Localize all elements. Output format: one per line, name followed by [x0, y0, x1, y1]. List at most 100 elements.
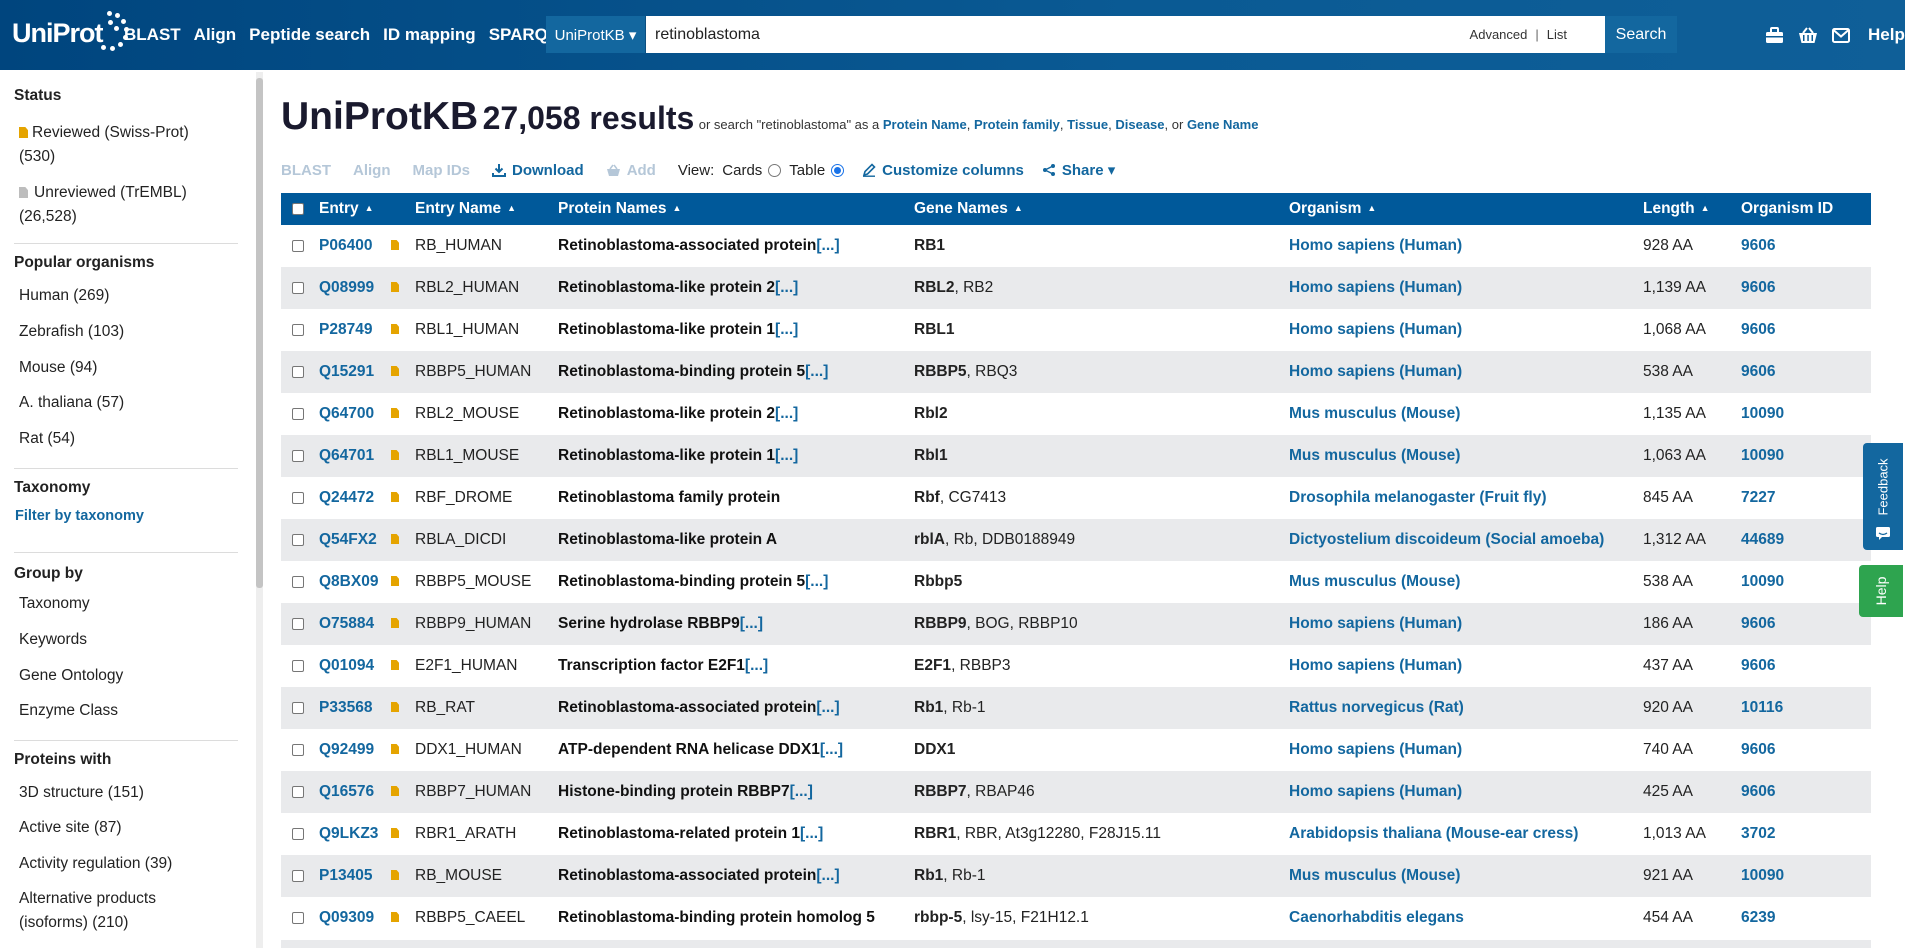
row-checkbox[interactable] [292, 659, 304, 672]
organism-link[interactable]: Homo sapiens (Human) [1289, 615, 1462, 632]
align-button[interactable]: Align [353, 162, 391, 179]
row-checkbox[interactable] [292, 281, 304, 294]
more-names-link[interactable]: [...] [805, 363, 828, 380]
alt-search-protein-family[interactable]: Protein family [974, 117, 1060, 132]
filter-active-site[interactable]: Active site (87) [19, 816, 122, 840]
table-row[interactable]: P13405 RB_MOUSE Retinoblastoma-associated … [281, 855, 1871, 897]
organism-link[interactable]: Dictyostelium discoideum (Social amoeba) [1289, 531, 1604, 548]
entry-accession-link[interactable]: Q15291 [319, 363, 374, 380]
groupby-keywords[interactable]: Keywords [19, 628, 87, 652]
groupby-gene-ontology[interactable]: Gene Ontology [19, 664, 123, 688]
row-checkbox[interactable] [292, 701, 304, 714]
entry-accession-link[interactable]: Q54FX2 [319, 531, 377, 548]
sort-icon[interactable]: ▲ [1014, 203, 1023, 213]
sort-icon[interactable]: ▲ [365, 203, 374, 213]
organism-link[interactable]: Homo sapiens (Human) [1289, 321, 1462, 338]
more-names-link[interactable]: [...] [775, 321, 798, 338]
alt-search-protein-name[interactable]: Protein Name [883, 117, 967, 132]
row-checkbox[interactable] [292, 743, 304, 756]
organism-link[interactable]: Drosophila melanogaster (Fruit fly) [1289, 489, 1547, 506]
column-length[interactable]: Length ▲ [1643, 193, 1741, 225]
organism-id-link[interactable]: 9606 [1741, 237, 1775, 254]
organism-id-link[interactable]: 9606 [1741, 615, 1775, 632]
alt-search-gene-name[interactable]: Gene Name [1187, 117, 1259, 132]
download-button[interactable]: Download [492, 162, 584, 179]
advanced-search-link[interactable]: Advanced [1470, 27, 1528, 42]
filter-activity-regulation[interactable]: Activity regulation (39) [19, 852, 172, 876]
column-organism[interactable]: Organism ▲ [1289, 193, 1643, 225]
select-all-checkbox[interactable] [292, 202, 304, 215]
organism-id-link[interactable]: 44689 [1741, 531, 1784, 548]
more-names-link[interactable]: [...] [775, 447, 798, 464]
organism-link[interactable]: Homo sapiens (Human) [1289, 741, 1462, 758]
organism-id-link[interactable]: 9606 [1741, 783, 1775, 800]
organism-link[interactable]: Arabidopsis thaliana (Mouse-ear cress) [1289, 825, 1578, 842]
organism-link[interactable]: Mus musculus (Mouse) [1289, 447, 1460, 464]
entry-accession-link[interactable]: Q01094 [319, 657, 374, 674]
row-checkbox[interactable] [292, 449, 304, 462]
row-checkbox[interactable] [292, 407, 304, 420]
search-button[interactable]: Search [1605, 16, 1677, 53]
organism-id-link[interactable]: 9606 [1741, 363, 1775, 380]
row-checkbox[interactable] [292, 575, 304, 588]
sort-icon[interactable]: ▲ [507, 203, 516, 213]
table-row[interactable]: P28749 RBL1_HUMAN Retinoblastoma-like prot… [281, 309, 1871, 351]
table-row[interactable]: Q8BX09 RBBP5_MOUSE Retinoblastoma-binding … [281, 561, 1871, 603]
row-checkbox[interactable] [292, 827, 304, 840]
entry-accession-link[interactable]: Q64701 [319, 447, 374, 464]
table-row[interactable]: Q09309 RBBP5_CAEEL Retinoblastoma-binding … [281, 897, 1871, 939]
sort-icon[interactable]: ▲ [673, 203, 682, 213]
search-input[interactable] [646, 16, 1605, 53]
table-row[interactable]: P06400 RB_HUMAN Retinoblastoma-associated … [281, 225, 1871, 267]
entry-accession-link[interactable]: P33568 [319, 699, 372, 716]
alt-search-tissue[interactable]: Tissue [1067, 117, 1108, 132]
row-checkbox[interactable] [292, 323, 304, 336]
more-names-link[interactable]: [...] [816, 867, 839, 884]
organism-id-link[interactable]: 6239 [1741, 909, 1775, 926]
blast-button[interactable]: BLAST [281, 162, 331, 179]
organism-id-link[interactable]: 10116 [1741, 699, 1783, 716]
entry-accession-link[interactable]: Q64700 [319, 405, 374, 422]
table-row[interactable]: Q9LKZ3 RBR1_ARATH Retinoblastoma-related p… [281, 813, 1871, 855]
filter-alternative-products[interactable]: Alternative products (isoforms) (210) [19, 887, 156, 935]
organism-id-link[interactable]: 9606 [1741, 321, 1775, 338]
organism-id-link[interactable]: 10090 [1741, 573, 1784, 590]
more-names-link[interactable]: [...] [775, 405, 798, 422]
more-names-link[interactable]: [...] [775, 279, 798, 296]
organism-link[interactable]: Homo sapiens (Human) [1289, 657, 1462, 674]
row-checkbox[interactable] [292, 617, 304, 630]
view-table-radio[interactable] [831, 163, 845, 177]
more-names-link[interactable]: [...] [816, 237, 839, 254]
organism-link[interactable]: Homo sapiens (Human) [1289, 237, 1462, 254]
table-row[interactable]: Q92499 DDX1_HUMAN ATP-dependent RNA helica… [281, 729, 1871, 771]
filter-organism-rat[interactable]: Rat (54) [19, 427, 75, 451]
entry-accession-link[interactable]: Q16576 [319, 783, 374, 800]
row-checkbox[interactable] [292, 365, 304, 378]
entry-accession-link[interactable]: P28749 [319, 321, 372, 338]
more-names-link[interactable]: [...] [820, 741, 843, 758]
nav-blast[interactable]: BLAST [124, 25, 181, 45]
column-organism-id[interactable]: Organism ID [1741, 193, 1871, 225]
organism-id-link[interactable]: 10090 [1741, 447, 1784, 464]
sort-icon[interactable]: ▲ [1367, 203, 1376, 213]
filter-3d-structure[interactable]: 3D structure (151) [19, 781, 144, 805]
feedback-tab[interactable]: Feedback [1863, 443, 1903, 550]
more-names-link[interactable]: [...] [740, 615, 763, 632]
column-entry-name[interactable]: Entry Name ▲ [415, 193, 558, 225]
organism-id-link[interactable]: 10090 [1741, 867, 1784, 884]
organism-link[interactable]: Homo sapiens (Human) [1289, 279, 1462, 296]
table-row[interactable]: Q08999 RBL2_HUMAN Retinoblastoma-like prot… [281, 267, 1871, 309]
entry-accession-link[interactable]: Q8BX09 [319, 573, 378, 590]
basket-icon[interactable] [1798, 26, 1818, 44]
filter-by-taxonomy-link[interactable]: Filter by taxonomy [15, 508, 144, 524]
mail-icon[interactable] [1832, 27, 1850, 43]
table-row[interactable]: Q16576 RBBP7_HUMAN Histone-binding protein… [281, 771, 1871, 813]
map-ids-button[interactable]: Map IDs [413, 162, 471, 179]
table-row[interactable]: Q64701 RBL1_MOUSE Retinoblastoma-like prot… [281, 435, 1871, 477]
customize-columns-button[interactable]: Customize columns [862, 162, 1024, 179]
organism-link[interactable]: Rattus norvegicus (Rat) [1289, 699, 1464, 716]
organism-id-link[interactable]: 9606 [1741, 657, 1775, 674]
more-names-link[interactable]: [...] [800, 825, 823, 842]
help-link[interactable]: Help [1868, 25, 1905, 45]
entry-accession-link[interactable]: Q24472 [319, 489, 374, 506]
